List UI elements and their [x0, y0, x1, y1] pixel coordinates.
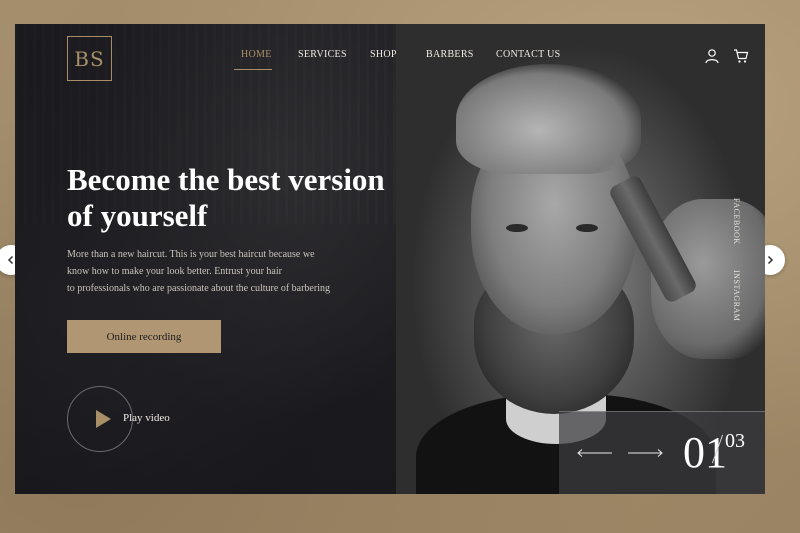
arrow-right-icon[interactable] — [627, 448, 663, 458]
chevron-right-icon — [767, 255, 774, 265]
nav-item-services[interactable]: SERVICES — [298, 49, 347, 60]
slide-total-number: 03 — [725, 430, 745, 452]
hero-title: Become the best version of yourself — [67, 162, 385, 233]
hero-description: More than a new haircut. This is your be… — [67, 249, 330, 294]
nav-item-barbers[interactable]: BARBERS — [426, 49, 474, 60]
play-icon — [96, 410, 111, 428]
online-recording-label: Online recording — [106, 330, 182, 343]
arrow-left-icon[interactable] — [577, 448, 613, 458]
play-video-label[interactable]: Play video — [123, 412, 170, 424]
nav-item-contact-us[interactable]: CONTACT US — [496, 49, 561, 60]
facebook-link[interactable]: FACEBOOK — [732, 198, 741, 245]
nav-item-home[interactable]: HOME — [241, 49, 272, 60]
slide-counter-panel: 01 03 — [559, 411, 765, 494]
photo-hair — [456, 64, 641, 174]
photo-eye-right — [576, 224, 598, 232]
nav-item-shop[interactable]: SHOP — [370, 49, 397, 60]
website-mockup: BS HOME SERVICES SHOP BARBERS CONTACT US… — [15, 24, 765, 494]
cart-icon[interactable] — [733, 48, 749, 64]
main-nav: HOME SERVICES SHOP BARBERS CONTACT US — [15, 49, 765, 70]
nav-active-underline — [234, 69, 272, 70]
photo-eye-left — [506, 224, 528, 232]
user-icon[interactable] — [704, 48, 720, 64]
instagram-link[interactable]: INSTAGRAM — [732, 270, 741, 321]
slide-current-number: 01 — [683, 428, 727, 477]
online-recording-button[interactable]: Online recording — [67, 320, 221, 353]
